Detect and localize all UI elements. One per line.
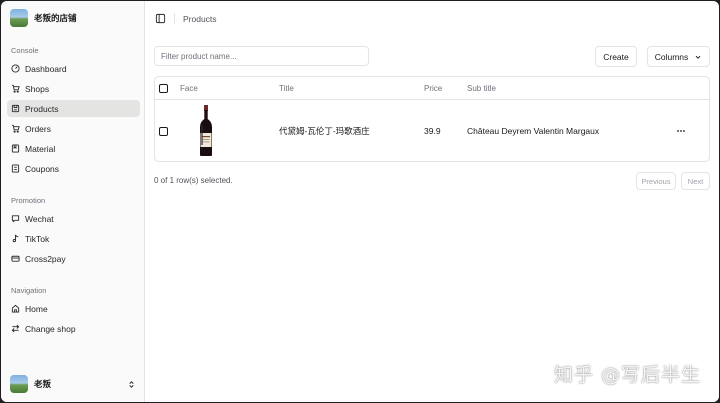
column-header-price[interactable]: Price [424,77,442,99]
sidebar-item-cross2pay[interactable]: Cross2pay [7,250,140,267]
breadcrumb[interactable]: Products [183,14,217,24]
message-icon [11,214,20,223]
ticket-icon [11,164,20,173]
sidebar-item-home[interactable]: Home [7,300,140,317]
sidebar-item-label: Cross2pay [25,253,66,264]
select-all-cell [159,77,168,99]
shop-name: 老叛的店铺 [34,13,77,23]
filter-product-input[interactable] [154,46,369,66]
sidebar-item-wechat[interactable]: Wechat [7,210,140,227]
topbar: Products [155,13,217,24]
sidebar-item-change-shop[interactable]: Change shop [7,320,140,337]
create-button[interactable]: Create [595,46,637,67]
columns-label: Columns [654,51,689,62]
previous-page-button[interactable]: Previous [636,172,676,190]
group-label-navigation: Navigation [11,286,47,295]
divider [174,13,175,24]
sidebar-item-material[interactable]: Material [7,140,140,157]
product-face-cell [195,100,217,161]
sidebar-toggle-icon[interactable] [155,13,166,24]
column-header-face[interactable]: Face [180,77,198,99]
product-image [200,105,212,156]
sidebar-item-dashboard[interactable]: Dashboard [7,60,140,77]
user-menu[interactable]: 老叛 [10,375,136,393]
select-all-checkbox[interactable] [159,83,168,93]
watermark: 知乎 @写后半生 [553,364,701,386]
sidebar: 老叛的店铺 Console Dashboard Shops Products O… [1,1,145,402]
sidebar-item-shops[interactable]: Shops [7,80,140,97]
credit-card-icon [11,254,20,263]
more-horizontal-icon[interactable] [676,126,686,136]
swap-icon [11,324,20,333]
columns-button[interactable]: Columns [647,46,710,67]
sidebar-item-label: Change shop [25,323,76,334]
shop-switcher[interactable]: 老叛的店铺 [10,9,77,27]
shop-avatar [10,9,28,27]
products-icon [11,104,20,113]
sidebar-item-label: Coupons [25,163,60,174]
avatar [10,375,28,393]
row-select-cell [159,100,168,161]
sidebar-item-label: Shops [25,83,50,94]
chevron-down-icon [695,55,701,59]
selection-status: 0 of 1 row(s) selected. [154,176,233,185]
column-header-subtitle[interactable]: Sub title [467,77,496,99]
book-icon [11,144,20,153]
sidebar-item-products[interactable]: Products [7,100,140,117]
sidebar-item-label: Dashboard [25,63,67,74]
sidebar-item-label: Products [25,103,59,114]
sidebar-item-coupons[interactable]: Coupons [7,160,140,177]
main-content: Products Create Columns Face Title Price… [145,1,719,402]
chevron-up-down-icon [129,380,134,388]
sidebar-item-label: Orders [25,123,51,134]
product-price: 39.9 [424,126,441,136]
product-subtitle: Château Deyrem Valentin Margaux [467,126,600,136]
sidebar-item-label: Material [25,143,56,154]
sidebar-item-label: Home [25,303,48,314]
row-actions-cell [676,100,686,161]
group-label-promotion: Promotion [11,196,46,205]
music-note-icon [11,234,20,243]
row-select-checkbox[interactable] [159,126,168,136]
gauge-icon [11,64,20,73]
table-row[interactable]: 代黛姆-瓦伦丁-玛歌酒庄 39.9 Château Deyrem Valenti… [155,100,709,161]
table-header: Face Title Price Sub title [155,77,709,100]
sidebar-item-label: Wechat [25,213,54,224]
sidebar-item-tiktok[interactable]: TikTok [7,230,140,247]
next-page-button[interactable]: Next [681,172,710,190]
cart-icon [11,84,20,93]
user-name: 老叛 [34,379,52,389]
group-label-console: Console [11,46,39,55]
app-window: 老叛的店铺 Console Dashboard Shops Products O… [1,1,719,402]
home-icon [11,304,20,313]
orders-cart-icon [11,124,20,133]
products-table: Face Title Price Sub title 代黛姆-瓦伦丁-玛歌酒庄 … [154,76,710,162]
sidebar-item-label: TikTok [25,233,50,244]
column-header-title[interactable]: Title [279,77,294,99]
product-title: 代黛姆-瓦伦丁-玛歌酒庄 [279,126,370,136]
sidebar-item-orders[interactable]: Orders [7,120,140,137]
